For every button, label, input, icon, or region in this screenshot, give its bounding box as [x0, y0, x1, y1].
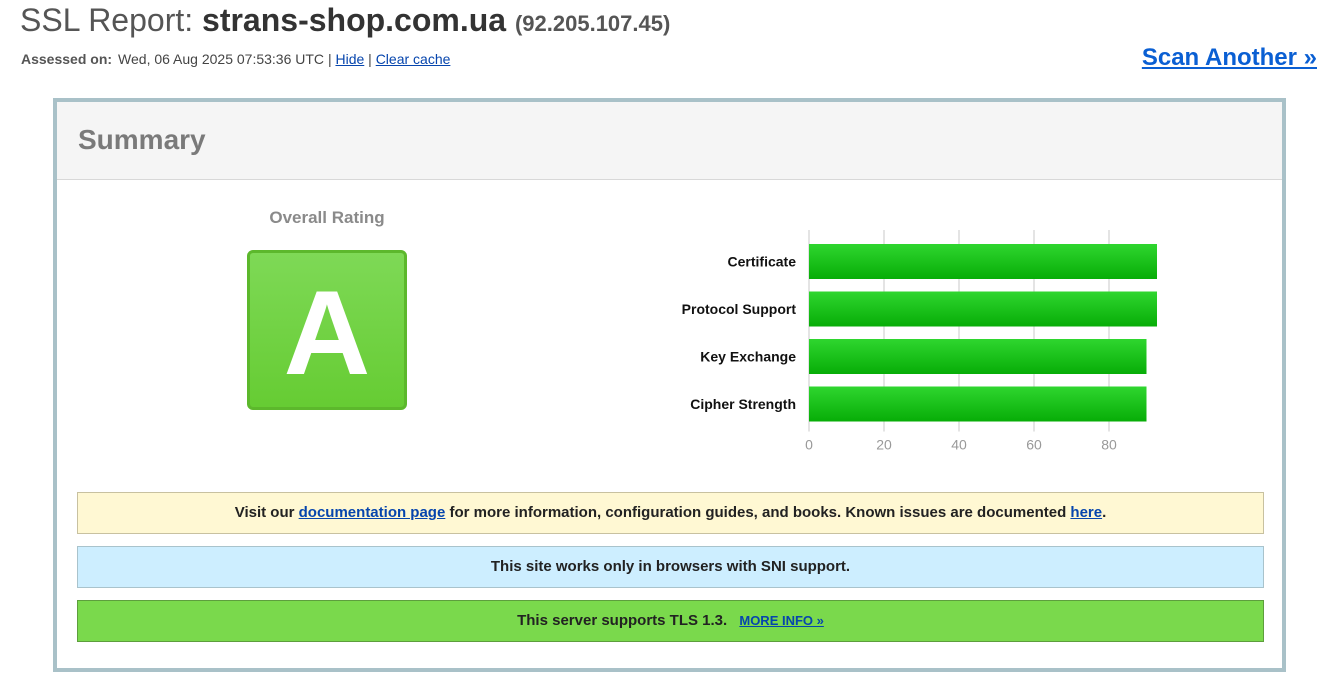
chart-category-label: Certificate [728, 254, 797, 270]
summary-header: Summary [57, 102, 1282, 180]
sni-text: This site works only in browsers with SN… [490, 558, 851, 575]
grade-letter: A [283, 266, 371, 400]
doc-middle: for more information, configuration guid… [449, 504, 1067, 521]
chart-category-label: Protocol Support [682, 301, 797, 317]
chart-tick-label: 0 [805, 437, 813, 453]
separator: | [368, 51, 372, 67]
tls13-text: This server supports TLS 1.3. [517, 612, 728, 629]
doc-prefix: Visit our [234, 504, 295, 521]
assessed-date: Wed, 06 Aug 2025 07:53:36 UTC [118, 51, 325, 67]
documentation-page-link[interactable]: documentation page [299, 504, 446, 521]
scan-another-link[interactable]: Scan Another » [1142, 44, 1317, 72]
summary-panel: Summary Overall Rating A Certificate Prot… [53, 98, 1286, 672]
chart-tick-label: 60 [1026, 437, 1042, 453]
known-issues-here-link[interactable]: here [1070, 504, 1102, 521]
chart-bar-certificate [809, 244, 1157, 279]
chart-tick-label: 80 [1101, 437, 1117, 453]
report-ip: (92.205.107.45) [514, 11, 671, 36]
rating-bar-chart: Certificate Protocol Support Key Exchange C… [682, 230, 1157, 453]
chart-bar-key-exchange [809, 339, 1147, 374]
tls13-notice: This server supports TLS 1.3. MORE INFO … [77, 600, 1264, 642]
page-title: SSL Report: strans-shop.com.ua (92.205.1… [20, 0, 670, 44]
tls13-more-info-link[interactable]: MORE INFO » [739, 613, 824, 628]
report-title-label: SSL Report: [20, 2, 194, 38]
grade-badge: A [247, 250, 407, 410]
documentation-notice: Visit our documentation page for more in… [77, 492, 1264, 534]
separator: | [327, 51, 332, 67]
overall-rating-label: Overall Rating [269, 208, 385, 227]
chart-bar-protocol-support [809, 291, 1157, 327]
assessed-label: Assessed on: [21, 51, 113, 67]
doc-suffix: . [1102, 504, 1107, 521]
sni-notice: This site works only in browsers with SN… [77, 546, 1264, 588]
chart-category-label: Key Exchange [700, 349, 796, 365]
summary-heading: Summary [78, 124, 206, 155]
hide-link[interactable]: Hide [335, 51, 364, 67]
report-host: strans-shop.com.ua [202, 2, 507, 38]
chart-tick-label: 20 [876, 437, 892, 453]
assessed-line: Assessed on: Wed, 06 Aug 2025 07:53:36 UT… [21, 51, 450, 67]
chart-category-label: Cipher Strength [690, 396, 796, 412]
chart-bar-cipher-strength [809, 386, 1147, 422]
clear-cache-link[interactable]: Clear cache [376, 51, 451, 67]
chart-tick-label: 40 [951, 437, 967, 453]
